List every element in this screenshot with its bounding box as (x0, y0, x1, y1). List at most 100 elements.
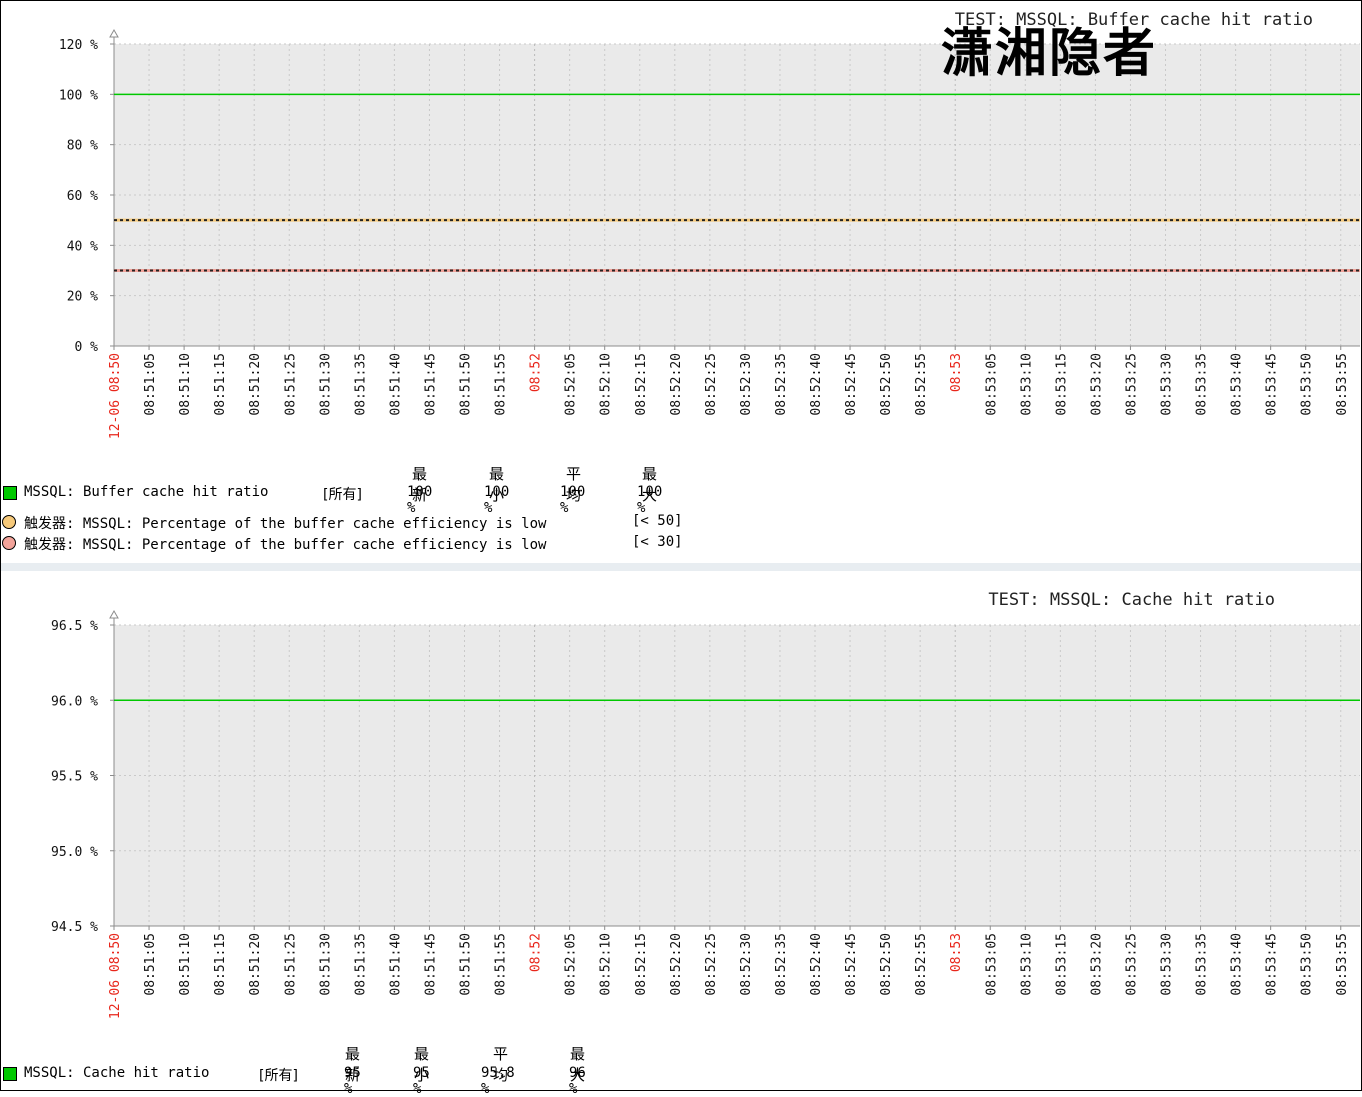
x-tick-label: 08:53:40 (1230, 353, 1245, 416)
x-tick-label: 08:51:20 (248, 353, 263, 416)
x-tick-label: 08:53:55 (1335, 933, 1350, 996)
x-tick-label: 08:51:05 (143, 933, 158, 996)
x-tick-label: 08:51:45 (423, 353, 438, 416)
x-tick-label: 08:51:40 (388, 933, 403, 996)
trigger-30-condition: [< 30] (632, 534, 683, 550)
y-tick-label: 60 % (67, 189, 98, 204)
y-tick-label: 100 % (59, 88, 98, 103)
x-tick-label: 08:53:30 (1160, 933, 1175, 996)
series-scope: [所有] (323, 487, 362, 503)
x-tick-label: 08:52:25 (704, 933, 719, 996)
watermark: 潇湘隐者 (941, 23, 1158, 84)
x-tick-label: 08:52:30 (739, 933, 754, 996)
y-axis-arrow (109, 28, 119, 38)
x-tick-label: 08:53:10 (1019, 933, 1034, 996)
x-tick-label: 08:53:15 (1054, 933, 1069, 996)
cache-hit-chart: TEST: MSSQL: Cache hit ratio 96.5 % 96.0 %… (51, 590, 1360, 1019)
x-tick-label: 08:52:50 (879, 933, 894, 996)
x-tick-label: 08:51:40 (388, 353, 403, 416)
stat-last: 100 % (407, 484, 433, 516)
x-tick-label: 08:53:55 (1335, 353, 1350, 416)
cache-hit-graph-panel: TEST: MSSQL: Cache hit ratio 96.5 % 96.0 %… (1, 572, 1361, 1097)
chart-title: TEST: MSSQL: Cache hit ratio (988, 590, 1275, 610)
x-tick-label: 08:52:35 (774, 933, 789, 996)
x-tick-label: 08:53:35 (1195, 933, 1210, 996)
x-tick-label: 08:53:50 (1300, 933, 1315, 996)
series-swatch (3, 486, 17, 500)
series-scope: [所有] (259, 1068, 298, 1084)
x-tick-label: 08:52 (529, 353, 544, 392)
x-tick-label: 08:51:30 (318, 933, 333, 996)
trigger-50-swatch (2, 515, 16, 529)
trigger-30-swatch (2, 536, 16, 550)
x-tick-label: 08:52:50 (879, 353, 894, 416)
x-tick-label: 08:52:20 (669, 353, 684, 416)
y-tick-label: 96.5 % (51, 619, 98, 634)
y-tick-label: 94.5 % (51, 920, 98, 935)
x-tick-label: 08:53:05 (984, 933, 999, 996)
x-tick-label: 08:53:30 (1160, 353, 1175, 416)
x-tick-label: 08:52:20 (669, 933, 684, 996)
x-tick-label: 08:51:10 (178, 353, 193, 416)
x-tick-label: 08:53:05 (984, 353, 999, 416)
x-tick-label: 08:52:55 (914, 933, 929, 996)
x-tick-label: 08:51:15 (213, 933, 228, 996)
y-tick-label: 20 % (67, 290, 98, 305)
x-tick-label: 08:51:25 (283, 353, 298, 416)
x-tick-label: 12-06 08:50 (108, 933, 123, 1019)
x-tick-label: 08:52:40 (809, 353, 824, 416)
stat-last: 95 % (344, 1065, 361, 1097)
stat-avg: 100 % (560, 484, 586, 516)
trigger-30-label: 触发器: MSSQL: Percentage of the buffer cac… (24, 537, 547, 553)
x-tick-label: 08:51:55 (494, 353, 509, 416)
x-tick-label: 08:52:55 (914, 353, 929, 416)
y-tick-label: 96.0 % (51, 694, 98, 709)
y-tick-label: 95.5 % (51, 770, 98, 785)
x-tick-label: 08:51:10 (178, 933, 193, 996)
stat-min: 100 % (484, 484, 510, 516)
x-tick-label: 08:52:15 (634, 353, 649, 416)
y-tick-label: 80 % (67, 139, 98, 154)
x-tick-label: 08:51:55 (494, 933, 509, 996)
x-tick-label: 08:53 (949, 933, 964, 972)
x-tick-label: 08:53:45 (1265, 353, 1280, 416)
stat-max: 100 % (637, 484, 663, 516)
x-tick-label: 08:51:50 (459, 353, 474, 416)
series-name: MSSQL: Buffer cache hit ratio (24, 484, 269, 500)
y-axis-arrow (109, 609, 119, 619)
panel-separator (1, 563, 1361, 571)
x-tick-label: 08:53:10 (1019, 353, 1034, 416)
x-tick-label: 08:51:50 (459, 933, 474, 996)
trigger-50-label: 触发器: MSSQL: Percentage of the buffer cac… (24, 516, 547, 532)
x-tick-label: 12-06 08:50 (108, 353, 123, 439)
x-tick-label: 08:53:40 (1230, 933, 1245, 996)
series-swatch (3, 1067, 17, 1081)
x-tick-label: 08:53:20 (1089, 353, 1104, 416)
stat-min: 95 % (413, 1065, 430, 1097)
x-tick-label: 08:52:40 (809, 933, 824, 996)
x-tick-label: 08:51:35 (353, 933, 368, 996)
x-tick-label: 08:52:05 (564, 933, 579, 996)
x-tick-label: 08:52:25 (704, 353, 719, 416)
x-tick-label: 08:51:25 (283, 933, 298, 996)
x-tick-label: 08:52:35 (774, 353, 789, 416)
y-tick-label: 0 % (75, 340, 99, 355)
x-tick-label: 08:51:35 (353, 353, 368, 416)
x-tick-label: 08:52 (529, 933, 544, 972)
x-tick-label: 08:51:05 (143, 353, 158, 416)
x-tick-label: 08:51:30 (318, 353, 333, 416)
series-name: MSSQL: Cache hit ratio (24, 1065, 210, 1081)
x-tick-label: 08:51:45 (423, 933, 438, 996)
x-tick-label: 08:52:45 (844, 353, 859, 416)
buffer-cache-graph-panel: TEST: MSSQL: Buffer cache hit ratio 120 %… (1, 1, 1361, 561)
x-tick-label: 08:52:15 (634, 933, 649, 996)
y-tick-label: 95.0 % (51, 845, 98, 860)
trigger-50-condition: [< 50] (632, 513, 683, 529)
y-tick-label: 40 % (67, 239, 98, 254)
x-tick-label: 08:53:50 (1300, 353, 1315, 416)
x-tick-label: 08:51:20 (248, 933, 263, 996)
x-tick-label: 08:53:15 (1054, 353, 1069, 416)
y-tick-label: 120 % (59, 38, 98, 53)
x-tick-label: 08:52:10 (599, 933, 614, 996)
x-tick-label: 08:53 (949, 353, 964, 392)
